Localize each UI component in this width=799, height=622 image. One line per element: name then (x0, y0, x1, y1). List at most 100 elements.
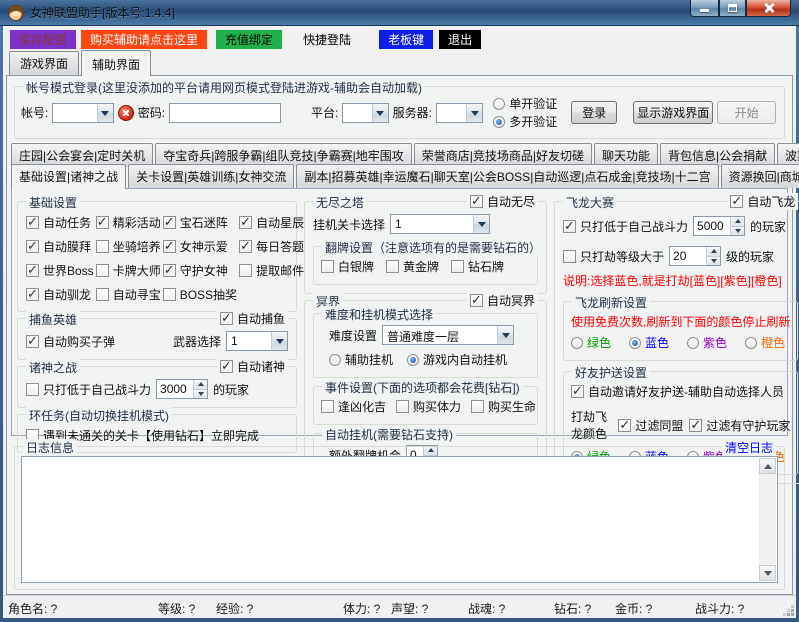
spinner-up-button[interactable] (731, 217, 744, 227)
title-bar[interactable]: 女神联盟助手[版本号:1.4.4] (0, 0, 799, 26)
cb-daily-quiz[interactable]: 每日答题 (239, 238, 304, 255)
stage-combo[interactable]: 1 (390, 214, 490, 234)
radio-assist-hang[interactable]: 辅助挂机 (329, 351, 393, 368)
gods-power-spinner[interactable]: 3000 (156, 379, 208, 399)
cb-filter-alliance[interactable]: 过滤同盟 (618, 417, 683, 434)
buy-assist-button[interactable]: 购买辅助请点击这里 (81, 30, 207, 49)
password-input[interactable] (169, 103, 281, 123)
dropdown-arrow-icon[interactable] (271, 332, 287, 350)
boss-key-button[interactable]: 老板键 (379, 30, 433, 49)
status-gold: 金币: ? (615, 600, 652, 617)
cb-activities[interactable]: 精彩活动 (96, 214, 161, 231)
log-textarea[interactable] (21, 456, 778, 583)
cb-goddess-love[interactable]: 女神示爱 (163, 238, 237, 255)
cb-gold-card[interactable]: 黄金牌 (386, 258, 439, 275)
cb-diamond-card[interactable]: 钻石牌 (451, 258, 504, 275)
log-scrollbar[interactable] (759, 458, 776, 581)
dropdown-arrow-icon[interactable] (466, 104, 482, 122)
quick-login-button[interactable]: 快捷登陆 (294, 30, 360, 49)
checkbox-label: 每日答题 (256, 238, 304, 255)
show-game-button[interactable]: 显示游戏界面 (633, 101, 713, 124)
cb-guard-goddess[interactable]: 守护女神 (163, 262, 237, 279)
cb-treasure-hunt[interactable]: 自动寻宝 (96, 286, 161, 303)
refresh-color-radios: 绿色 蓝色 紫色 橙色 (569, 332, 792, 355)
spinner-down-button[interactable] (731, 227, 744, 236)
start-button[interactable]: 开始 (717, 101, 776, 124)
resize-grip[interactable] (791, 613, 794, 616)
cb-mount-train[interactable]: 坐骑培养 (96, 238, 161, 255)
dropdown-arrow-icon[interactable] (473, 215, 489, 233)
radio-ingame-auto-hang[interactable]: 游戏内自动挂机 (407, 351, 507, 368)
cb-card-master[interactable]: 卡牌大师 (96, 262, 161, 279)
cb-world-boss[interactable]: 世界Boss (26, 262, 94, 279)
checkbox-label: 自动任务 (43, 214, 91, 231)
dropdown-arrow-icon[interactable] (97, 104, 113, 122)
level-limit-spinner[interactable]: 20 (669, 246, 721, 266)
weapon-combo[interactable]: 1 (226, 331, 288, 351)
dropdown-arrow-icon[interactable] (372, 104, 388, 122)
cb-dragon-power-limit[interactable]: 只打低于自己战斗力 (563, 218, 688, 235)
cb-gods-power-limit[interactable]: 只打低于自己战斗力 (26, 381, 151, 398)
radio-multi-verify[interactable]: 多开验证 (493, 113, 557, 130)
cb-auto-underworld[interactable]: 自动冥界 (467, 292, 538, 309)
spinner-down-button[interactable] (707, 257, 720, 266)
exit-button[interactable]: 退出 (439, 30, 481, 49)
tab-stage-hero-goddess[interactable]: 关卡设置|英雄训练|女神交流 (128, 164, 294, 188)
dragon-cond2-suffix: 级的玩家 (726, 248, 774, 265)
server-combo-value (437, 104, 466, 122)
cb-buy-bullets[interactable]: 自动购买子弹 (26, 333, 115, 350)
tab-game-view[interactable]: 游戏界面 (9, 51, 79, 75)
platform-combo[interactable] (342, 103, 388, 123)
scroll-up-button[interactable] (759, 458, 776, 474)
checkbox-box (26, 288, 39, 301)
cb-gem-maze[interactable]: 宝石迷阵 (163, 214, 237, 231)
radio-single-verify[interactable]: 单开验证 (493, 95, 557, 112)
clear-log-link[interactable]: 清空日志 (722, 439, 776, 456)
tab-dungeon-recruit-etc[interactable]: 副本|招募英雄|幸运魔石|聊天室|公会BOSS|自动巡逻|点石成金|竞技场|十二… (296, 164, 718, 188)
cb-boss-lottery[interactable]: BOSS抽奖 (163, 286, 237, 303)
password-label: 密码: (138, 104, 165, 121)
cb-tame-dragon[interactable]: 自动驯龙 (26, 286, 94, 303)
account-combo[interactable] (52, 103, 113, 123)
spinner-down-button[interactable] (194, 390, 207, 399)
spinner-up-button[interactable] (194, 380, 207, 390)
recharge-bind-button[interactable]: 充值绑定 (216, 30, 282, 49)
radio-refresh-green[interactable]: 绿色 (571, 334, 611, 351)
power-limit-spinner[interactable]: 5000 (693, 216, 745, 236)
cb-auto-dragon[interactable]: 自动飞龙 (727, 193, 798, 210)
dropdown-arrow-icon[interactable] (497, 326, 513, 344)
server-combo[interactable] (436, 103, 483, 123)
minimize-button[interactable] (690, 0, 719, 17)
cb-buy-stamina[interactable]: 购买体力 (396, 398, 461, 415)
tab-resource-mall-crossserver[interactable]: 资源换回|商城设置|跨服战场 (721, 164, 799, 188)
cb-auto-task[interactable]: 自动任务 (26, 214, 94, 231)
cb-auto-stars[interactable]: 自动星辰 (239, 214, 304, 231)
checkbox-box (689, 419, 702, 432)
radio-label: 绿色 (587, 334, 611, 351)
save-config-button[interactable]: 保存配置 (10, 30, 76, 49)
login-button[interactable]: 登录 (571, 101, 617, 124)
cb-auto-endless[interactable]: 自动无尽 (467, 193, 538, 210)
cb-fetch-mail[interactable]: 提取邮件 (239, 262, 304, 279)
login-row: 帐号: 密码: 平台: 服务器: (21, 95, 778, 130)
cb-turn-luck[interactable]: 逢凶化吉 (321, 398, 386, 415)
radio-refresh-orange[interactable]: 橙色 (745, 334, 785, 351)
tab-basic-gods-war[interactable]: 基础设置|诸神之战 (11, 164, 126, 189)
scroll-down-button[interactable] (759, 565, 776, 581)
maximize-button[interactable] (719, 0, 746, 17)
radio-refresh-blue[interactable]: 蓝色 (629, 334, 669, 351)
radio-refresh-purple[interactable]: 紫色 (687, 334, 727, 351)
tab-assist-view[interactable]: 辅助界面 (81, 50, 151, 76)
cb-invite-friend-escort[interactable]: 自动邀请好友护送-辅助自动选择人员 (571, 383, 784, 400)
cb-auto-worship[interactable]: 自动膜拜 (26, 238, 94, 255)
cb-silver-card[interactable]: 白银牌 (321, 258, 374, 275)
cb-auto-fishing[interactable]: 自动捕鱼 (217, 310, 288, 327)
cb-buy-life[interactable]: 购买生命 (471, 398, 536, 415)
close-button[interactable] (746, 0, 791, 17)
spinner-up-button[interactable] (707, 247, 720, 257)
difficulty-combo[interactable]: 普通难度一层 (382, 325, 514, 345)
cb-filter-guarded[interactable]: 过滤有守护玩家 (689, 417, 790, 434)
status-diamond: 钻石: ? (554, 600, 591, 617)
cb-auto-gods[interactable]: 自动诸神 (217, 358, 288, 375)
cb-dragon-level-limit[interactable]: 只打劫等级大于 (563, 248, 664, 265)
